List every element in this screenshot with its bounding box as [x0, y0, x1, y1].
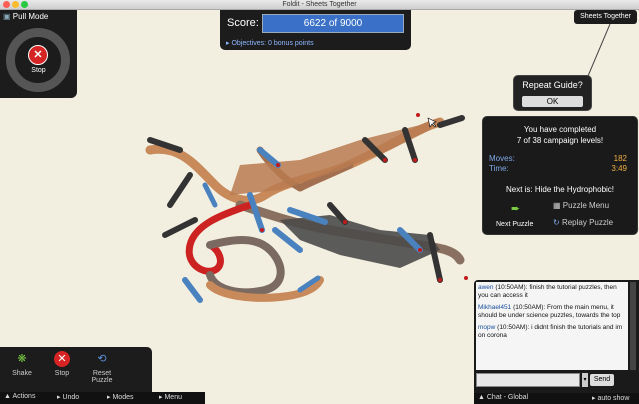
atom — [260, 228, 264, 232]
chat-log[interactable]: awen (10:50AM): finish the tutorial puzz… — [476, 282, 628, 370]
chat-channel-label: Chat - Global — [486, 394, 529, 401]
puzzle-menu-label: Puzzle Menu — [562, 201, 610, 210]
repeat-guide-dialog: Repeat Guide? OK — [513, 75, 592, 111]
next-puzzle-button[interactable]: Next Puzzle — [496, 221, 533, 228]
chat-input[interactable] — [476, 373, 580, 387]
sidechain[interactable] — [182, 277, 203, 303]
sidechain[interactable] — [162, 217, 198, 238]
chat-dropdown[interactable]: ▾ — [582, 373, 588, 387]
next-arrow-icon[interactable]: ➨ — [511, 204, 525, 215]
chat-scrollbar[interactable] — [630, 282, 636, 370]
atom — [343, 220, 347, 224]
chevron-down-icon: ▾ — [583, 377, 587, 383]
stop-button[interactable]: ✕ Stop — [42, 351, 82, 377]
score-label: Score: — [227, 17, 259, 29]
atom — [383, 158, 387, 162]
undo-menu[interactable]: ▸ Undo — [57, 393, 79, 401]
menu-label: Menu — [164, 394, 182, 401]
score-panel: Score: 6622 of 9000 ▸ Objectives: 0 bonu… — [220, 10, 411, 50]
objectives-label: Objectives: 0 bonus points — [231, 40, 314, 47]
close-icon: ✕ — [33, 49, 43, 61]
stop-label: Stop — [54, 370, 70, 377]
chat-time: (10:50AM): — [495, 284, 528, 291]
atom — [418, 248, 422, 252]
undo-label: Undo — [62, 394, 80, 401]
completion-line-2: 7 of 38 campaign levels! — [516, 136, 604, 145]
chat-message: Mikhael451 (10:50AM): From the main menu… — [478, 304, 626, 320]
pull-mode-icon: ▣ — [3, 12, 11, 21]
stop-pull-button[interactable]: ✕ — [28, 45, 48, 65]
sidechain[interactable] — [167, 172, 193, 208]
menu-menu[interactable]: ▸ Menu — [159, 393, 182, 401]
chat-user-name[interactable]: awen — [478, 284, 494, 291]
reset-puzzle-button[interactable]: ⟲ Reset Puzzle — [82, 351, 122, 384]
auto-show-label: auto show — [597, 395, 630, 402]
modes-menu[interactable]: ▸ Modes — [107, 393, 133, 401]
chat-channel-menu[interactable]: ▲ Chat - Global — [478, 394, 528, 401]
score-value: 6622 of 9000 — [262, 14, 404, 33]
atom — [438, 278, 442, 282]
atom — [464, 276, 468, 280]
shake-icon: ❋ — [17, 353, 27, 365]
actions-menu[interactable]: ▲ Actions — [4, 393, 35, 400]
bottom-menu-bar: ▲ Actions ▸ Undo ▸ Modes ▸ Menu — [0, 392, 205, 404]
actions-label: Actions — [12, 393, 36, 400]
chat-time: (10:50AM): — [497, 324, 530, 331]
auto-show-toggle[interactable]: ▸ auto show — [592, 394, 629, 402]
puzzle-title-label: Sheets Together — [580, 13, 631, 20]
atom — [276, 163, 280, 167]
guide-pointer — [587, 24, 611, 77]
time-label: Time: — [489, 164, 509, 173]
repeat-guide-title: Repeat Guide? — [522, 80, 583, 90]
tools-panel: ❋ Shake ✕ Stop ⟲ Reset Puzzle — [0, 347, 152, 395]
pull-mode-title: Pull Mode — [12, 12, 49, 21]
atom — [416, 113, 420, 117]
shake-button[interactable]: ❋ Shake — [2, 351, 42, 377]
send-button[interactable]: Send — [590, 374, 614, 386]
chat-time: (10:50AM): — [513, 304, 546, 311]
replay-puzzle-label: Replay Puzzle — [561, 218, 614, 227]
level-complete-panel: You have completed 7 of 38 campaign leve… — [482, 116, 638, 235]
reset-icon: ⟲ — [97, 353, 107, 365]
chat-message: awen (10:50AM): finish the tutorial puzz… — [478, 284, 626, 300]
chat-user-name[interactable]: Mikhael451 — [478, 304, 511, 311]
completion-line-1: You have completed — [523, 125, 597, 134]
moves-label: Moves: — [489, 154, 515, 163]
atom — [413, 158, 417, 162]
modes-label: Modes — [112, 394, 134, 401]
replay-puzzle-button[interactable]: ↻ Replay Puzzle — [553, 218, 613, 227]
chat-panel: awen (10:50AM): finish the tutorial puzz… — [474, 280, 639, 393]
puzzle-menu-button[interactable]: ▦ Puzzle Menu — [553, 201, 609, 210]
puzzle-menu-icon: ▦ — [553, 201, 561, 210]
puzzle-title-tab[interactable]: Sheets Together — [574, 10, 637, 24]
chat-message: mopw (10:50AM): i didnt finish the tutor… — [478, 324, 626, 340]
stop-icon: ✕ — [54, 351, 70, 367]
sidechains[interactable] — [147, 115, 465, 303]
moves-value: 182 — [613, 154, 627, 163]
objectives-toggle[interactable]: ▸ Objectives: 0 bonus points — [226, 39, 314, 47]
stop-pull-label: Stop — [31, 67, 46, 74]
shake-label: Shake — [12, 370, 32, 377]
next-is-text: Next is: Hide the Hydrophobic! — [505, 185, 615, 194]
pull-mode-panel: ▣ Pull Mode ✕ Stop — [0, 10, 77, 98]
beta-sheet[interactable] — [280, 215, 440, 268]
reset-label: Reset Puzzle — [91, 370, 113, 384]
sidechain[interactable] — [427, 232, 443, 283]
time-value: 3:49 — [611, 164, 627, 173]
chat-bar: ▲ Chat - Global ▸ auto show — [474, 393, 639, 404]
chat-user-name[interactable]: mopw — [478, 324, 495, 331]
replay-icon: ↻ — [553, 218, 560, 227]
ok-button[interactable]: OK — [522, 96, 583, 107]
